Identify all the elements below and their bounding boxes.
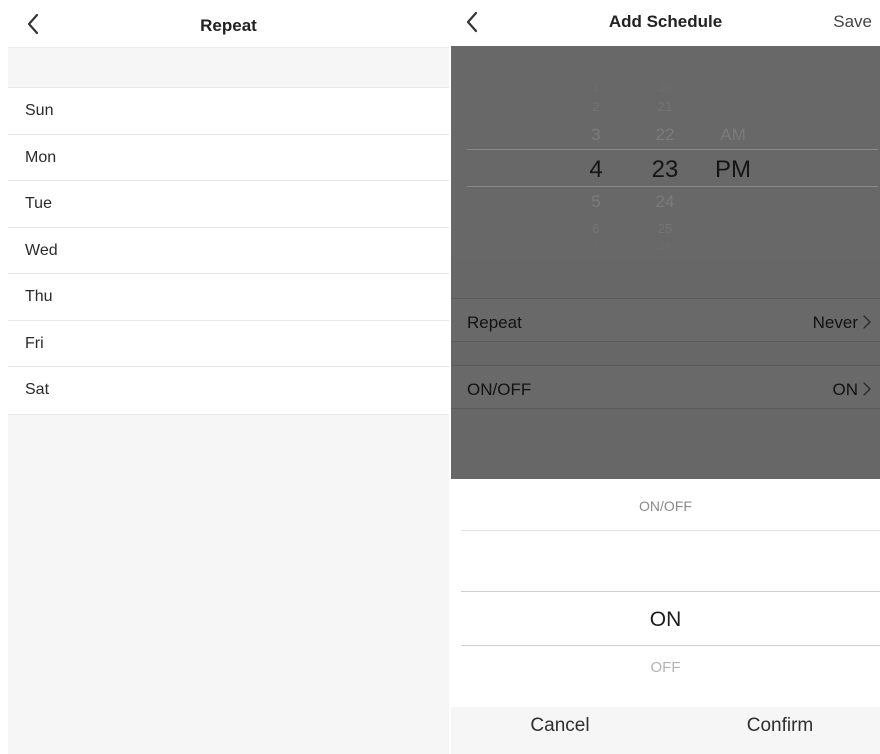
- picker-minute[interactable]: 22: [645, 125, 685, 145]
- repeat-nav-bar: Repeat: [8, 0, 449, 48]
- picker-period[interactable]: AM: [711, 125, 755, 145]
- picker-minute-selected[interactable]: 23: [645, 156, 685, 184]
- picker-minute[interactable]: 20: [645, 82, 685, 94]
- picker-selection-line: [461, 591, 880, 592]
- divider: [461, 530, 880, 531]
- picker-selection-line: [461, 645, 880, 646]
- time-picker[interactable]: 1 2 3 4 5 6 7 20 21 22 23 24 25 26 AM PM: [451, 46, 880, 258]
- confirm-button[interactable]: Confirm: [747, 715, 847, 737]
- onoff-row[interactable]: ON/OFF ON: [451, 365, 880, 409]
- page-title: Add Schedule: [608, 12, 723, 31]
- picker-minute[interactable]: 21: [645, 99, 685, 114]
- picker-hour[interactable]: 3: [579, 125, 613, 145]
- picker-hour[interactable]: 2: [579, 99, 613, 114]
- schedule-nav-bar: Add Schedule Save: [451, 0, 880, 46]
- cancel-label: Cancel: [530, 715, 590, 736]
- day-item-mon[interactable]: Mon: [8, 135, 449, 181]
- save-button[interactable]: Save: [833, 12, 872, 32]
- picker-option-on[interactable]: ON: [451, 608, 880, 632]
- picker-minute[interactable]: 24: [645, 192, 685, 212]
- picker-hour-selected[interactable]: 4: [579, 156, 613, 184]
- picker-period-selected[interactable]: PM: [711, 156, 755, 184]
- day-item-tue[interactable]: Tue: [8, 181, 449, 228]
- day-item-sat[interactable]: Sat: [8, 367, 449, 414]
- page-title: Repeat: [200, 16, 257, 35]
- day-item-sun[interactable]: Sun: [8, 88, 449, 135]
- chevron-right-icon: [863, 382, 871, 396]
- day-list: Sun Mon Tue Wed Thu Fri Sat: [8, 87, 449, 415]
- confirm-label: Confirm: [746, 715, 814, 736]
- picker-selection-line: [467, 149, 878, 150]
- picker-minute[interactable]: 26: [645, 240, 685, 252]
- chevron-right-icon: [863, 315, 871, 329]
- picker-hour[interactable]: 6: [579, 221, 613, 236]
- add-schedule-screen: Add Schedule Save 1 2 3 4 5 6 7 20 21 22…: [451, 0, 880, 754]
- picker-selection-line: [467, 186, 878, 187]
- picker-minute[interactable]: 25: [645, 221, 685, 236]
- repeat-label: Repeat: [467, 313, 522, 332]
- day-item-thu[interactable]: Thu: [8, 274, 449, 321]
- onoff-value: ON: [832, 380, 859, 399]
- sheet-footer: Cancel Confirm: [451, 707, 880, 754]
- sheet-title: ON/OFF: [639, 498, 692, 514]
- dimmed-overlay[interactable]: 1 2 3 4 5 6 7 20 21 22 23 24 25 26 AM PM…: [451, 46, 880, 479]
- onoff-label: ON/OFF: [467, 380, 532, 399]
- repeat-value: Never: [812, 313, 858, 332]
- picker-hour[interactable]: 1: [579, 82, 613, 94]
- picker-option-off[interactable]: OFF: [451, 659, 880, 676]
- picker-hour[interactable]: 7: [579, 240, 613, 252]
- repeat-screen: Repeat Sun Mon Tue Wed Thu Fri Sat: [8, 0, 449, 754]
- repeat-row[interactable]: Repeat Never: [451, 298, 880, 342]
- day-item-fri[interactable]: Fri: [8, 321, 449, 367]
- onoff-picker-sheet: ON/OFF ON OFF Cancel Confirm: [451, 479, 880, 754]
- day-item-wed[interactable]: Wed: [8, 228, 449, 274]
- picker-hour[interactable]: 5: [579, 192, 613, 212]
